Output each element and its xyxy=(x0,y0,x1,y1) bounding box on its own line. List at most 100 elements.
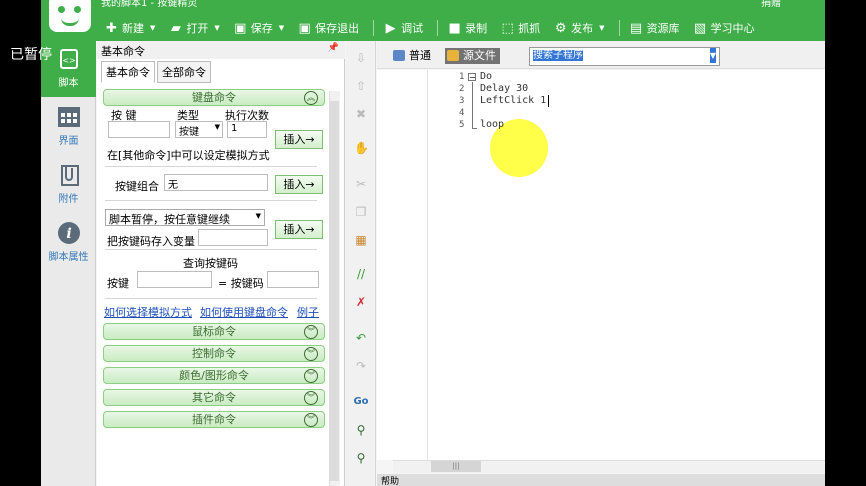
new-button[interactable]: ✚ 新建 ▼ xyxy=(101,17,163,39)
folder-icon: ▰ xyxy=(170,20,181,36)
line-number: 5 xyxy=(459,120,465,130)
mode-source-label: 源文件 xyxy=(463,49,496,62)
expand-icon: ︾ xyxy=(304,369,318,383)
save-button[interactable]: ▣ 保存 ▼ xyxy=(230,17,292,39)
learning-button[interactable]: ▧ 学习中心 xyxy=(690,17,763,39)
comment-icon[interactable]: // xyxy=(354,267,368,281)
redo-icon[interactable]: ↷ xyxy=(354,359,368,373)
save-exit-button[interactable]: ▣ 保存退出 xyxy=(294,17,367,39)
editor-hscroll-thumb[interactable]: ||| xyxy=(431,461,481,472)
insert-combo-button[interactable]: 插入→ xyxy=(275,175,323,194)
nav-item-properties[interactable]: i 脚本属性 xyxy=(41,215,96,263)
panel-scroll-thumb[interactable] xyxy=(330,101,339,481)
play-icon: ▶ xyxy=(385,20,396,36)
combo-label: 按键组合 xyxy=(115,180,159,193)
uncomment-icon[interactable]: ✗ xyxy=(354,295,368,309)
control-group-header[interactable]: 控制命令 ︾ xyxy=(103,345,325,362)
paused-overlay: 已暂停 xyxy=(10,47,52,63)
status-bar: 帮助 xyxy=(377,474,825,486)
key-input[interactable] xyxy=(108,121,170,138)
query-code-input[interactable] xyxy=(267,271,319,288)
hand-icon[interactable]: ✋ xyxy=(354,141,369,155)
type-select-value: 按键 xyxy=(179,127,199,138)
mode-source-button[interactable]: 源文件 xyxy=(445,48,500,64)
fold-line xyxy=(472,82,473,128)
mouse-group-header[interactable]: 鼠标命令 ︾ xyxy=(103,323,325,340)
fold-icon[interactable]: − xyxy=(468,73,476,82)
chevron-down-icon: ▼ xyxy=(214,123,220,131)
camera-icon: ■ xyxy=(448,20,461,36)
fold-end xyxy=(472,128,477,129)
keyboard-group-header[interactable]: 键盘命令 ︽ xyxy=(103,89,325,106)
group-label: 颜色/图形命令 xyxy=(179,369,249,382)
new-label: 新建 xyxy=(122,22,144,35)
query-key-label: 按键 xyxy=(107,277,129,290)
left-nav: <> 脚本 界面 附件 i 脚本属性 xyxy=(41,41,96,486)
nav-label-attachment: 附件 xyxy=(58,194,79,205)
script-icon: <> xyxy=(59,49,78,69)
nav-item-ui[interactable]: 界面 xyxy=(41,99,96,147)
pin-icon[interactable]: 📌 xyxy=(328,43,339,53)
debug-button[interactable]: ▶ 调试 xyxy=(380,17,431,39)
panel-title-text: 基本命令 xyxy=(101,45,145,58)
paste-icon[interactable]: ▦ xyxy=(354,233,368,247)
divider xyxy=(105,166,317,167)
other-group-header[interactable]: 其它命令 ︾ xyxy=(103,389,325,406)
capture-button[interactable]: ⬚ 抓抓 xyxy=(497,17,548,39)
subroutine-search[interactable]: 搜索子程序 ▼ xyxy=(529,47,720,66)
link-example[interactable]: 例子 xyxy=(297,304,319,320)
code-line: Do xyxy=(480,71,493,82)
undo-icon[interactable]: ↶ xyxy=(354,331,368,345)
type-select[interactable]: 按键 ▼ xyxy=(175,121,223,138)
mode-normal-button[interactable]: 普通 xyxy=(391,48,435,64)
store-var-input[interactable] xyxy=(198,229,268,246)
goto-icon[interactable]: Go xyxy=(352,395,370,409)
combo-input[interactable]: 无 xyxy=(164,174,268,191)
insert-key-button[interactable]: 插入→ xyxy=(275,130,323,149)
find-icon[interactable]: ⚲ xyxy=(354,423,368,437)
link-keyboard-help[interactable]: 如何使用键盘命令 xyxy=(200,304,288,320)
nav-label-ui: 界面 xyxy=(58,136,79,147)
watermark-logo: Bai度经验 xyxy=(666,406,819,444)
mode-normal-label: 普通 xyxy=(409,49,431,62)
copy-icon[interactable]: ❐ xyxy=(354,205,368,219)
search-text: 搜索子程序 xyxy=(533,50,583,61)
debug-label: 调试 xyxy=(401,22,424,35)
arrow-down-icon[interactable]: ⇩ xyxy=(354,51,368,65)
divider xyxy=(105,298,317,299)
resources-button[interactable]: ▤ 资源库 xyxy=(626,17,688,39)
times-input[interactable]: 1 xyxy=(227,121,267,138)
record-button[interactable]: ■ 录制 xyxy=(444,17,495,39)
open-button[interactable]: ▰ 打开 ▼ xyxy=(165,17,227,39)
record-label: 录制 xyxy=(465,22,488,35)
delete-icon[interactable]: ✖ xyxy=(354,107,368,121)
window-title: 我的脚本1 - 按键精灵 xyxy=(101,0,198,9)
color-group-header[interactable]: 颜色/图形命令 ︾ xyxy=(103,367,325,384)
group-label: 插件命令 xyxy=(192,413,236,426)
nav-item-attachment[interactable]: 附件 xyxy=(41,157,96,205)
editor-tool-column: ⇩ ⇧ ✖ ✋ ✂ ❐ ▦ // ✗ ↶ ↷ Go ⚲ ⚲ xyxy=(346,41,376,486)
store-var-label: 把按键码存入变量 xyxy=(107,235,195,248)
tab-all[interactable]: 全部命令 xyxy=(157,61,211,83)
mode-hint: 在[其他命令]中可以设定模拟方式 xyxy=(107,149,270,162)
collapse-icon: ︽ xyxy=(304,91,318,105)
attachment-icon xyxy=(60,165,79,186)
donate-link[interactable]: 捐赠 xyxy=(761,0,781,9)
arrow-up-icon[interactable]: ⇧ xyxy=(354,79,368,93)
replace-icon[interactable]: ⚲ xyxy=(354,451,368,465)
query-key-input[interactable] xyxy=(137,271,212,288)
expand-icon: ︾ xyxy=(304,347,318,361)
insert-pause-button[interactable]: 插入→ xyxy=(275,220,323,239)
capture-icon: ⬚ xyxy=(501,20,514,36)
pause-select[interactable]: 脚本暂停，按任意键继续 ▼ xyxy=(105,209,265,226)
cut-icon[interactable]: ✂ xyxy=(354,177,368,191)
publish-button[interactable]: ⚙ 发布 ▼ xyxy=(550,17,612,39)
tab-basic[interactable]: 基本命令 xyxy=(101,61,155,83)
divider xyxy=(105,249,317,250)
link-select-mode[interactable]: 如何选择模拟方式 xyxy=(104,304,192,320)
line-number: 4 xyxy=(459,108,465,118)
plugin-group-header[interactable]: 插件命令 ︾ xyxy=(103,411,325,428)
code-line: LeftClick 1 xyxy=(480,95,547,106)
expand-icon: ︾ xyxy=(304,325,318,339)
group-label: 其它命令 xyxy=(192,391,236,404)
